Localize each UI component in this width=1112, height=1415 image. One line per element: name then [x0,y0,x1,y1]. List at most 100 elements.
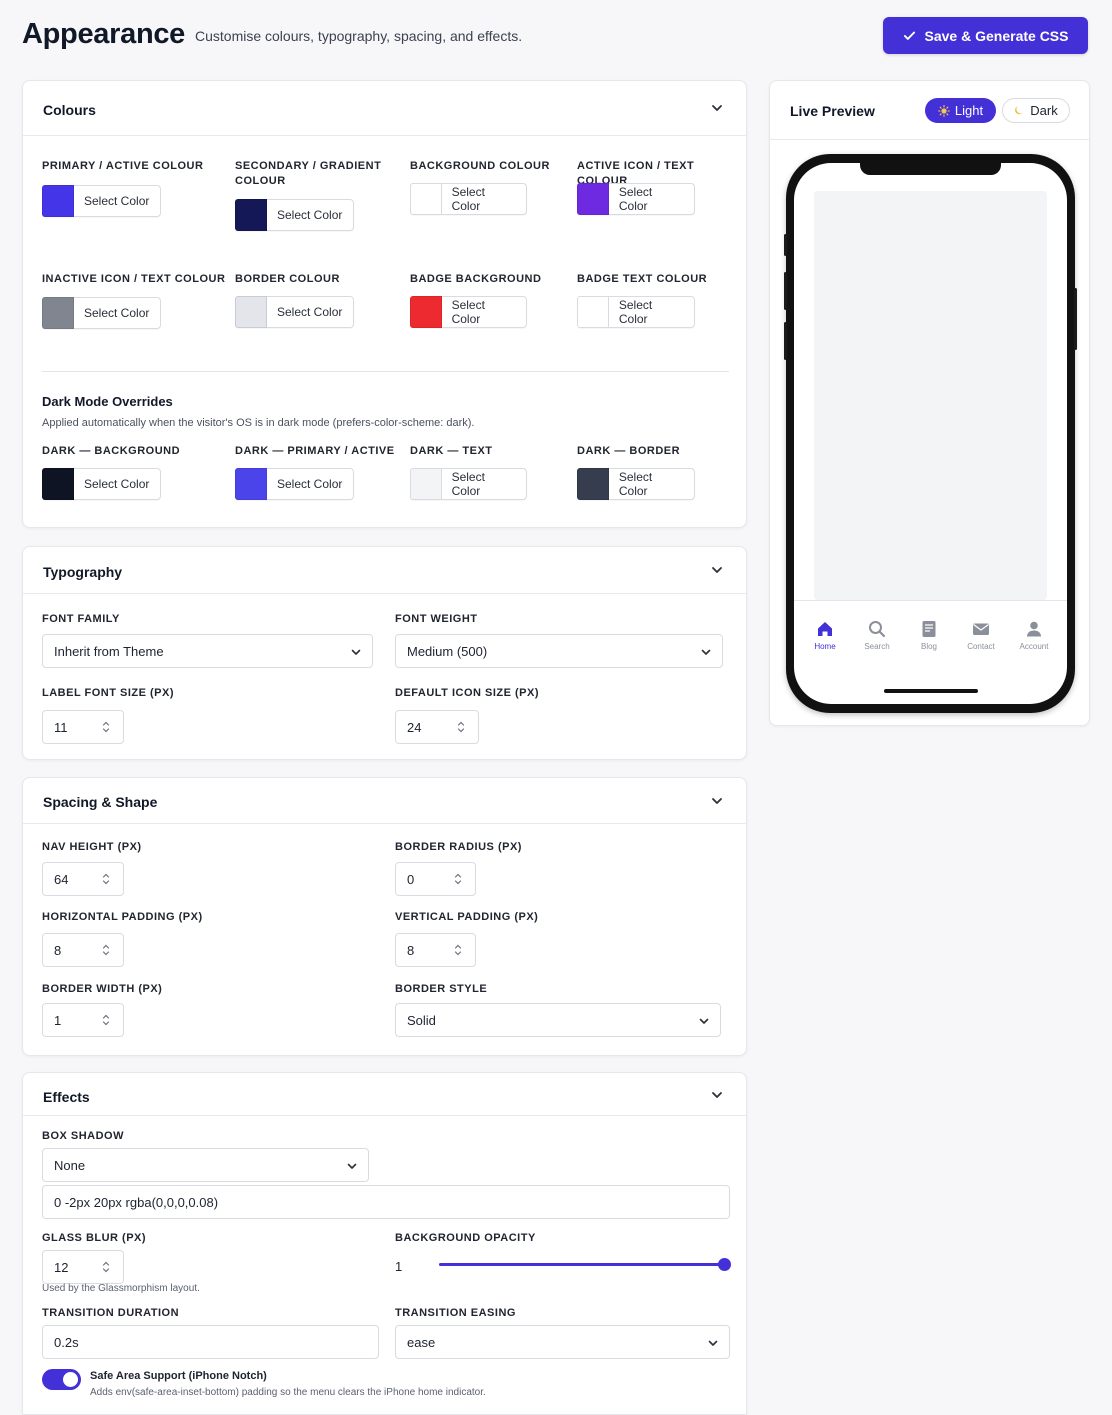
badge-background-label: BADGE BACKGROUND [410,273,542,285]
background-opacity-value: 1 [395,1259,403,1274]
box-shadow-select[interactable]: None [42,1148,369,1182]
inactive-icon-colour-picker[interactable]: Select Color [42,297,161,329]
primary-colour-picker[interactable]: Select Color [42,185,161,217]
transition-easing-value: ease [407,1334,436,1350]
select-color-label: Select Color [451,470,485,498]
badge-text-colour-swatch [577,296,609,328]
typography-card-header[interactable]: Typography [23,547,746,594]
tab-label: Search [864,642,890,651]
select-color-label: Select Color [277,477,343,491]
dark-mode-title: Dark Mode Overrides [42,394,173,409]
secondary-colour-picker[interactable]: Select Color [235,199,354,231]
safe-area-toggle[interactable] [42,1369,81,1390]
tab-label: Account [1019,642,1049,651]
nav-height-input[interactable]: 64 [42,862,124,896]
inactive-icon-colour-label: INACTIVE ICON / TEXT COLOUR [42,273,226,285]
nav-height-label: NAV HEIGHT (PX) [42,841,142,853]
stepper-icon[interactable] [457,720,465,734]
border-style-select[interactable]: Solid [395,1003,721,1037]
stepper-icon[interactable] [102,720,110,734]
select-color-label: Select Color [277,305,343,319]
border-style-label: BORDER STYLE [395,983,488,995]
active-icon-colour-picker[interactable]: Select Color [577,183,695,215]
stepper-icon[interactable] [454,943,462,957]
select-color-label: Select Color [618,470,653,498]
chevron-down-icon[interactable] [710,101,724,115]
badge-text-colour-label: BADGE TEXT COLOUR [577,273,708,285]
border-width-label: BORDER WIDTH (PX) [42,983,163,995]
chevron-down-icon[interactable] [710,794,724,808]
colours-card: Colours PRIMARY / ACTIVE COLOUR Select C… [22,80,747,528]
label-font-size-input[interactable]: 11 [42,710,124,744]
stepper-icon[interactable] [102,872,110,886]
select-color-label: Select Color [84,477,150,491]
transition-easing-select[interactable]: ease [395,1325,730,1359]
border-radius-input[interactable]: 0 [395,862,476,896]
glass-blur-input[interactable]: 12 [42,1250,124,1284]
page-title: Appearance [22,18,186,50]
light-mode-button[interactable]: Light [925,98,996,123]
badge-background-swatch [410,296,442,328]
font-family-select[interactable]: Inherit from Theme [42,634,373,668]
horizontal-padding-input[interactable]: 8 [42,933,124,967]
default-icon-size-input[interactable]: 24 [395,710,479,744]
user-icon [1027,621,1041,637]
dark-background-picker[interactable]: Select Color [42,468,161,500]
border-colour-picker[interactable]: Select Color [235,296,354,328]
badge-text-colour-picker[interactable]: Select Color [577,296,695,328]
badge-background-picker[interactable]: Select Color [410,296,527,328]
preview-tab-blog[interactable]: Blog [909,619,949,651]
inactive-icon-colour-swatch [42,297,74,329]
phone-notch [860,163,1001,175]
border-style-value: Solid [407,1012,436,1028]
dark-border-swatch [577,468,609,500]
stepper-icon[interactable] [102,1260,110,1274]
spacing-shape-card: Spacing & Shape NAV HEIGHT (PX) 64 BORDE… [22,777,747,1056]
effects-card-header[interactable]: Effects [23,1073,746,1116]
dark-text-swatch [410,468,442,500]
spacing-card-header[interactable]: Spacing & Shape [23,778,746,824]
dark-border-picker[interactable]: Select Color [577,468,695,500]
box-shadow-custom-input[interactable]: 0 -2px 20px rgba(0,0,0,0.08) [42,1185,730,1219]
font-weight-value: Medium (500) [407,643,488,659]
vertical-padding-input[interactable]: 8 [395,933,476,967]
preview-tab-home[interactable]: Home [805,619,845,651]
dark-mode-description: Applied automatically when the visitor's… [42,417,475,429]
background-opacity-slider[interactable] [439,1258,731,1271]
preview-tab-contact[interactable]: Contact [961,619,1001,651]
preview-tab-account[interactable]: Account [1014,619,1054,651]
background-colour-picker[interactable]: Select Color [410,183,527,215]
border-width-input[interactable]: 1 [42,1003,124,1037]
stepper-icon[interactable] [454,872,462,886]
chevron-down-icon [701,649,711,655]
active-icon-colour-swatch [577,183,609,215]
border-colour-swatch [235,296,267,328]
home-icon [818,622,832,636]
background-colour-swatch [410,183,442,215]
dark-mode-button[interactable]: Dark [1002,98,1070,123]
stepper-icon[interactable] [102,1013,110,1027]
dark-text-picker[interactable]: Select Color [410,468,527,500]
page-subtitle: Customise colours, typography, spacing, … [195,28,523,44]
colours-card-header[interactable]: Colours [23,81,746,136]
font-weight-select[interactable]: Medium (500) [395,634,723,668]
chevron-down-icon[interactable] [710,563,724,577]
stepper-icon[interactable] [102,943,110,957]
live-preview-title: Live Preview [790,103,875,119]
moon-icon [1015,106,1024,115]
slider-thumb[interactable] [718,1258,731,1271]
border-width-value: 1 [54,1012,62,1028]
box-shadow-custom-value: 0 -2px 20px rgba(0,0,0,0.08) [54,1194,219,1210]
transition-duration-input[interactable]: 0.2s [42,1325,379,1359]
dark-border-label: DARK — BORDER [577,445,681,457]
border-radius-value: 0 [407,871,415,887]
select-color-label: Select Color [618,298,653,326]
mail-icon [973,623,989,635]
spacing-title: Spacing & Shape [43,794,158,810]
chevron-down-icon[interactable] [710,1088,724,1102]
chevron-down-icon [699,1018,709,1024]
save-generate-css-button[interactable]: Save & Generate CSS [883,17,1088,54]
dark-primary-picker[interactable]: Select Color [235,468,354,500]
preview-tab-search[interactable]: Search [857,619,897,651]
tab-label: Contact [967,642,995,651]
